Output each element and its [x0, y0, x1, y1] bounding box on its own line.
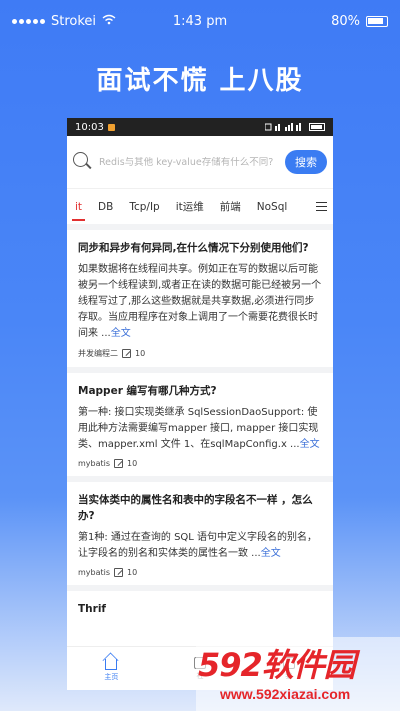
tab-nosql[interactable]: NoSql	[249, 189, 296, 225]
edit-icon	[114, 568, 124, 577]
article-card[interactable]: Mapper 编写有哪几种方式? 第一种: 接口实现类继承 SqlSession…	[67, 373, 333, 476]
tab-it[interactable]: it	[67, 189, 90, 225]
inner-signal-icon	[265, 123, 301, 131]
article-meta: 并发编程二 10	[78, 348, 323, 359]
article-meta: mybatis 10	[78, 459, 323, 468]
article-count: 10	[127, 459, 138, 468]
battery-icon	[366, 16, 388, 27]
app-screen: 10:03 搜索 it DB Tcp/Ip it运维 前端 NoSql 同步和异…	[67, 118, 333, 690]
home-icon	[105, 659, 118, 670]
promo-headline: 面试不慌 上八股	[96, 66, 304, 96]
search-button[interactable]: 搜索	[285, 150, 327, 174]
device-status-bar: Strokei 1:43 pm 80%	[0, 0, 400, 44]
category-tabs: it DB Tcp/Ip it运维 前端 NoSql	[67, 188, 333, 224]
article-count: 10	[135, 349, 146, 358]
battery-percent: 80%	[331, 14, 360, 29]
inner-status-bar: 10:03	[67, 118, 333, 136]
tab-db[interactable]: DB	[90, 189, 121, 225]
article-title: Mapper 编写有哪几种方式?	[78, 385, 217, 397]
nav-home[interactable]: 主页	[67, 647, 156, 690]
read-more-link[interactable]: 全文	[300, 439, 320, 450]
article-tag: mybatis	[78, 568, 111, 577]
tab-frontend[interactable]: 前端	[212, 189, 249, 225]
article-meta: mybatis 10	[78, 568, 323, 577]
article-tag: 并发编程二	[78, 349, 118, 358]
tab-it-ops[interactable]: it运维	[168, 189, 212, 225]
nav-home-label: 主页	[104, 673, 119, 681]
search-icon	[73, 152, 93, 172]
watermark-url: www.592xiazai.com	[220, 686, 351, 702]
edit-icon	[122, 349, 131, 358]
tab-tcp-ip[interactable]: Tcp/Ip	[121, 189, 167, 225]
menu-icon[interactable]	[316, 202, 327, 211]
article-excerpt: 第一种: 接口实现类继承 SqlSessionDaoSupport: 使用此种方…	[78, 407, 320, 450]
search-input[interactable]	[99, 156, 285, 168]
read-more-link[interactable]: 全文	[111, 328, 131, 339]
article-tag: mybatis	[78, 459, 111, 468]
article-card[interactable]: 同步和异步有何异同,在什么情况下分别使用他们? 如果数据将在线程间共享。例如正在…	[67, 230, 333, 367]
edit-icon	[114, 459, 124, 468]
search-bar: 搜索	[67, 136, 333, 188]
inner-battery-icon	[309, 123, 325, 131]
article-title: 当实体类中的属性名和表中的字段名不一样 ，怎么办?	[78, 494, 313, 522]
article-title: 同步和异步有何异同,在什么情况下分别使用他们?	[78, 242, 309, 254]
article-count: 10	[127, 568, 138, 577]
watermark-logo: 592软件园	[198, 646, 356, 684]
article-card[interactable]: 当实体类中的属性名和表中的字段名不一样 ，怎么办? 第1种: 通过在查询的 SQ…	[67, 482, 333, 585]
article-excerpt: 第1种: 通过在查询的 SQL 语句中定义字段名的别名，让字段名的别名和实体类的…	[78, 532, 318, 559]
article-excerpt: 如果数据将在线程间共享。例如正在写的数据以后可能被另一个线程读到,或者正在读的数…	[78, 264, 322, 339]
read-more-link[interactable]: 全文	[261, 548, 281, 559]
inner-time: 10:03	[75, 121, 104, 133]
notification-icon	[107, 123, 115, 131]
article-title: Thrif	[78, 603, 106, 615]
